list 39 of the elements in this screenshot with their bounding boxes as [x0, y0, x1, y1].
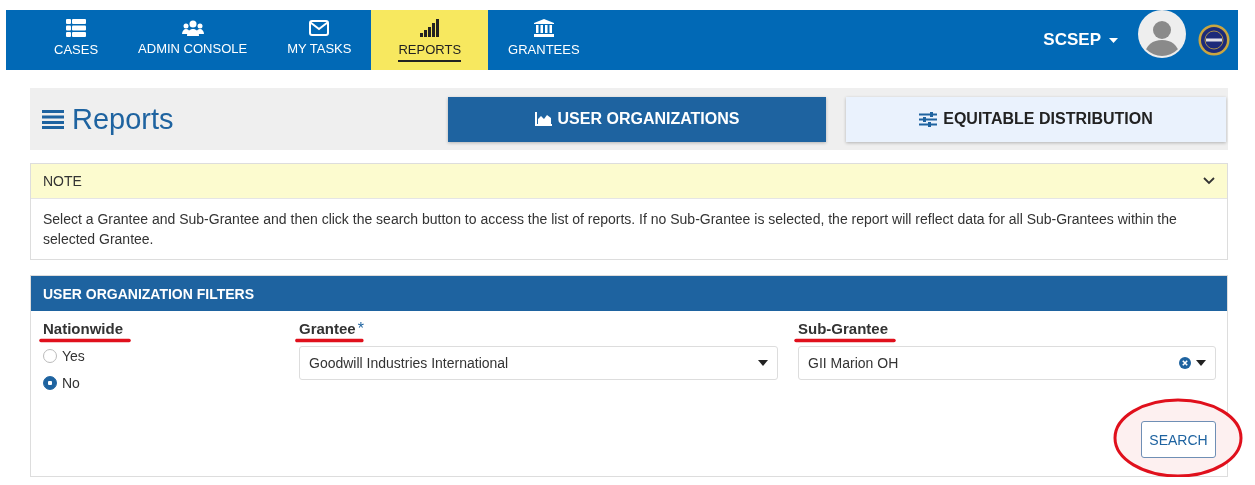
note-header[interactable]: NOTE	[31, 164, 1227, 199]
radio-button[interactable]	[43, 375, 57, 390]
avatar[interactable]	[1138, 10, 1186, 58]
field-label: Sub-Grantee	[798, 320, 888, 337]
radio-option[interactable]: No	[43, 369, 279, 396]
field-label: Grantee	[299, 320, 356, 337]
nav-tab[interactable]: CASES	[40, 10, 119, 70]
menu-icon	[42, 109, 64, 129]
user-menu[interactable]: SCSEP	[1037, 10, 1124, 70]
select-field[interactable]: Goodwill Industries International	[299, 346, 778, 380]
signal-bars-icon	[419, 18, 440, 37]
list-icon	[66, 18, 87, 37]
area-chart-icon	[534, 112, 552, 126]
report-tab[interactable]: EQUITABLE DISTRIBUTION	[846, 96, 1226, 142]
clear-icon[interactable]	[1179, 357, 1191, 369]
note-text: Select a Grantee and Sub-Grantee and then click the search button to access the list of reports. If no Sub-Grantee is selected, the report will reflect data for all Sub-Grantees within the selected Grantee.	[42, 210, 1178, 249]
radio-option[interactable]: Yes	[43, 342, 279, 369]
caret-icon	[758, 360, 768, 366]
note-title: NOTE	[43, 173, 82, 189]
field-label: Nationwide	[43, 320, 123, 337]
chevron-icon	[1203, 177, 1215, 185]
bank-icon	[533, 18, 554, 37]
select-field[interactable]: GII Marion OH	[798, 346, 1216, 380]
users-icon	[181, 19, 204, 36]
search-button[interactable]: SEARCH	[1141, 421, 1216, 458]
nav-tab[interactable]: GRANTEES	[488, 10, 600, 70]
page-title: Reports	[72, 102, 174, 136]
envelope-icon	[309, 19, 330, 36]
seal-logo-icon	[1198, 24, 1230, 56]
panel-title: USER ORGANIZATION FILTERS	[43, 285, 255, 302]
caret-icon	[1196, 360, 1206, 366]
nav-tab[interactable]: REPORTS	[371, 10, 489, 70]
nav-tab[interactable]: ADMIN CONSOLE	[118, 10, 268, 70]
nav-tab[interactable]: MY TASKS	[267, 10, 372, 70]
radio-button[interactable]	[43, 348, 57, 363]
required-mark: *	[357, 320, 364, 338]
sliders-icon	[919, 111, 938, 127]
caret-icon	[1109, 37, 1118, 43]
report-tab[interactable]: USER ORGANIZATIONS	[448, 96, 826, 142]
